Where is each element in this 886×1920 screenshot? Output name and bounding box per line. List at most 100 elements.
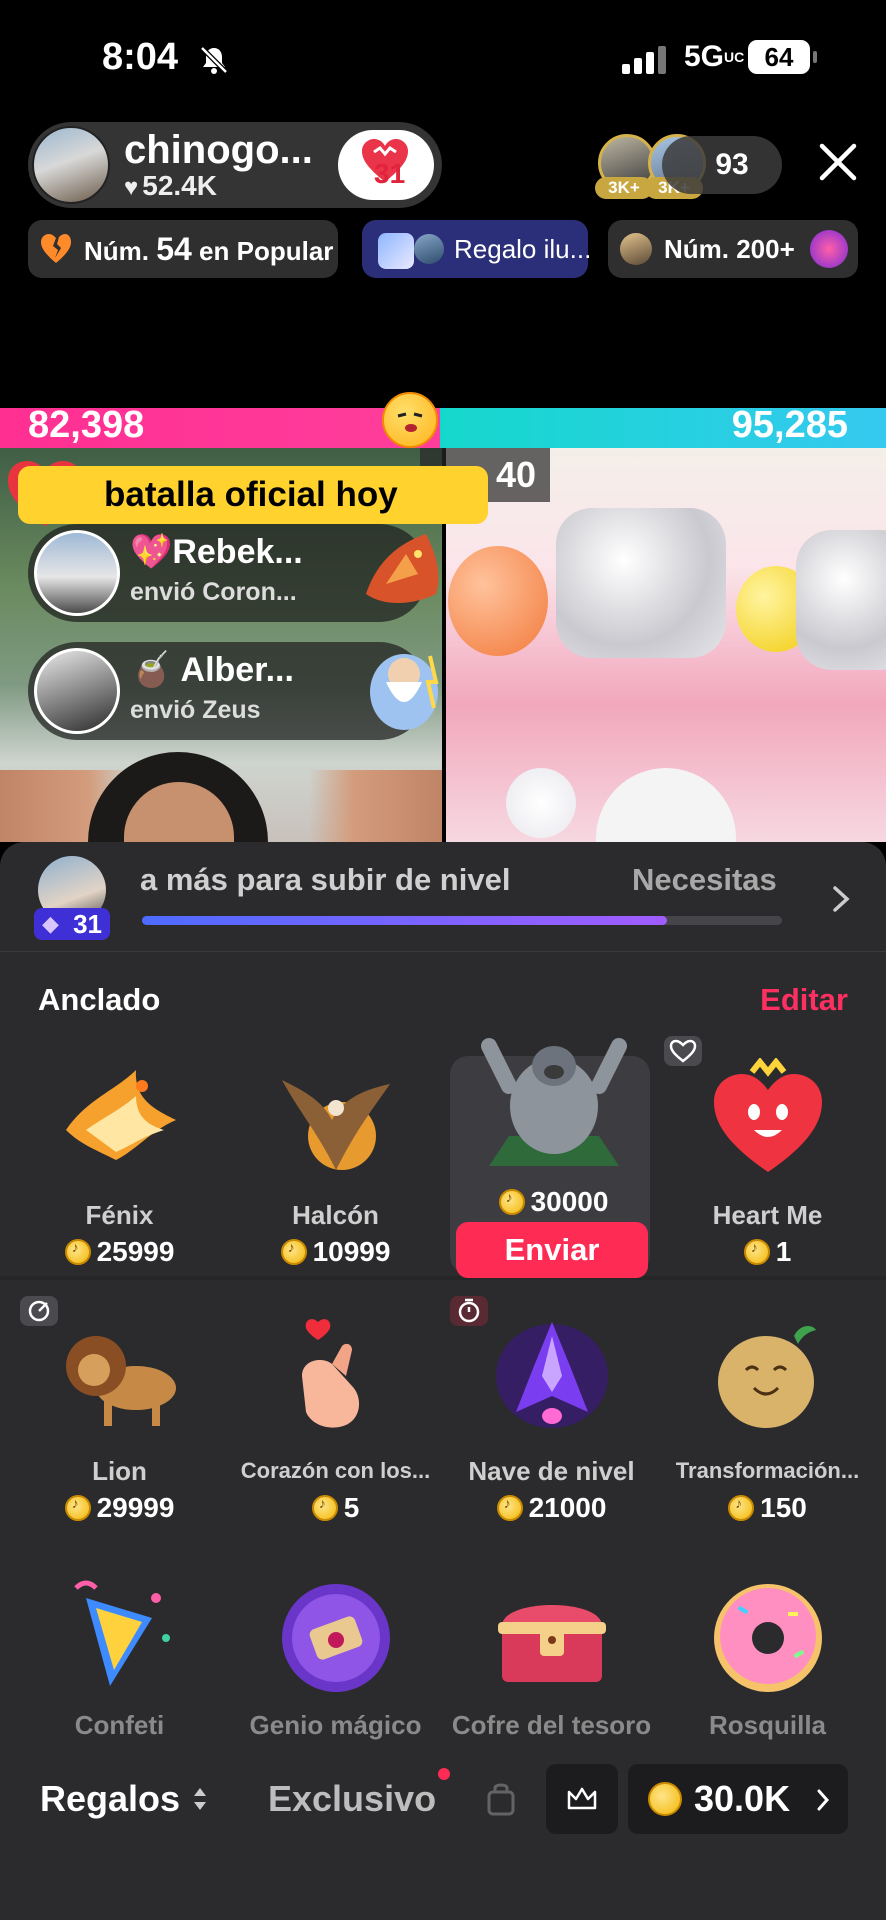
gift-description: envió Coron... xyxy=(130,578,297,606)
gift-price: 10999 xyxy=(228,1236,443,1268)
coin-icon xyxy=(311,1495,338,1521)
gift-icon xyxy=(378,233,414,269)
status-bar: 8:04 5GUC 64 xyxy=(0,0,886,120)
balloon xyxy=(796,530,886,670)
falcon-icon xyxy=(281,1080,390,1170)
user-avatar xyxy=(414,234,444,264)
host-avatar[interactable] xyxy=(32,126,110,204)
gift-name: Nave de nivel xyxy=(468,1456,635,1486)
gift-name: Lion xyxy=(92,1456,147,1486)
lion-icon xyxy=(65,1336,176,1426)
gift-item-magic-genie[interactable]: Genio mágico xyxy=(228,1570,443,1740)
bell-off-icon xyxy=(200,46,228,74)
gift-item-halcon[interactable]: Halcón 10999 xyxy=(228,1050,443,1272)
gift-item-lion[interactable]: Lion 29999 xyxy=(12,1296,227,1528)
coin-icon xyxy=(64,1495,91,1521)
magic-orb-icon xyxy=(281,1584,390,1692)
heart-me-icon xyxy=(713,1058,822,1172)
gift-name: Confeti xyxy=(74,1710,165,1740)
send-button[interactable]: Enviar xyxy=(456,1222,648,1278)
coin-icon xyxy=(280,1239,307,1265)
coin-icon xyxy=(743,1239,770,1265)
balloon xyxy=(448,546,548,656)
boost-badge-icon xyxy=(20,1296,58,1326)
battle-score-left: 82,398 xyxy=(28,404,145,446)
crown-icon xyxy=(567,1787,597,1810)
broken-heart-icon xyxy=(41,234,71,263)
coin-balance-button[interactable]: 30.0K xyxy=(628,1764,848,1834)
sender-avatar xyxy=(34,530,120,616)
sender-name: 💖Rebek... xyxy=(130,533,303,571)
sort-icon[interactable] xyxy=(192,1784,208,1814)
heart-icon: ♥ xyxy=(124,174,139,201)
level-progress-text: a más para subir de nivel xyxy=(140,862,511,897)
gift-item-level-ship[interactable]: Nave de nivel 21000 xyxy=(444,1296,659,1528)
treasure-chest-icon xyxy=(497,1605,606,1682)
gift-item-transformation[interactable]: Transformación... 150 xyxy=(660,1296,875,1528)
network-label: 5GUC xyxy=(684,40,745,73)
gift-item-finger-heart[interactable]: Corazón con los... 5 xyxy=(228,1296,443,1528)
tab-gifts[interactable]: Regalos xyxy=(40,1778,180,1820)
gift-name: Rosquilla xyxy=(708,1710,826,1740)
fan-club-button[interactable]: 31 xyxy=(338,130,434,200)
rank-200-chip[interactable]: Núm. 200+ xyxy=(608,220,858,278)
gift-price: 1 xyxy=(660,1236,875,1268)
bag-icon[interactable] xyxy=(486,1782,516,1816)
video-feed-right[interactable] xyxy=(446,448,886,858)
coin-icon xyxy=(648,1782,682,1816)
badge-icon xyxy=(810,230,848,268)
gift-price: 5 xyxy=(228,1492,443,1524)
balloon xyxy=(556,508,726,658)
spaceship-icon xyxy=(495,1322,608,1428)
fan-level: 31 xyxy=(374,158,406,189)
gift-notification: 💖Rebek... envió Coron... xyxy=(28,524,439,622)
gift-item-treasure-chest[interactable]: Cofre del tesoro xyxy=(444,1570,659,1740)
crown-button[interactable] xyxy=(546,1764,618,1834)
gift-item-fenix[interactable]: Fénix 25999 xyxy=(12,1050,227,1272)
party-popper-icon xyxy=(73,1580,170,1686)
gift-price: 25999 xyxy=(12,1236,227,1268)
sender-avatar xyxy=(34,648,120,734)
host-profile[interactable]: chinogo... ♥ 52.4K 31 xyxy=(28,122,442,208)
tab-exclusive[interactable]: Exclusivo xyxy=(268,1778,436,1820)
gift-name: Transformación... xyxy=(675,1458,860,1483)
viewer-count[interactable]: 93 xyxy=(662,136,782,194)
balloon xyxy=(506,768,576,838)
edit-button[interactable]: Editar xyxy=(760,982,848,1018)
user-level-badge: 31 xyxy=(34,908,110,940)
coin-balance: 30.0K xyxy=(694,1778,791,1819)
level-progress-fill xyxy=(142,916,667,925)
illusion-gift-label: Regalo ilu... xyxy=(454,234,592,264)
heart-sparkle-icon: 💖 xyxy=(130,533,173,571)
gift-item-donut[interactable]: Rosquilla xyxy=(660,1570,875,1740)
ranking-suffix: en Popular xyxy=(191,236,334,266)
gift-name: Cofre del tesoro xyxy=(451,1710,652,1740)
ranking-number: 54 xyxy=(156,231,192,267)
gift-name: Halcón xyxy=(292,1200,379,1230)
ranking-prefix: Núm. xyxy=(84,236,157,266)
chevron-right-icon xyxy=(817,1789,830,1811)
chevron-right-icon[interactable] xyxy=(830,884,852,914)
battery-indicator: 64 xyxy=(748,40,817,74)
level-progress-text-2: Necesitas xyxy=(632,862,777,897)
host-likes: ♥ 52.4K xyxy=(124,170,217,201)
illusion-gift-chip[interactable]: Regalo ilu... xyxy=(362,220,592,278)
dragon-gift-icon xyxy=(366,534,439,604)
gift-item-heart-me[interactable]: Heart Me 1 xyxy=(660,1036,875,1272)
gift-price: 30000 xyxy=(446,1186,661,1218)
level-progress-bar xyxy=(142,916,782,925)
level-progress-row[interactable]: 31 a más para subir de nivel Necesitas xyxy=(0,842,886,952)
gift-name: Fénix xyxy=(85,1200,154,1230)
coin-icon xyxy=(496,1495,523,1521)
user-avatar xyxy=(620,233,652,265)
close-icon[interactable] xyxy=(816,140,860,184)
phoenix-icon xyxy=(65,1070,176,1160)
sender-name: 🧉 Alber... xyxy=(130,651,294,689)
gift-notification: 🧉 Alber... envió Zeus xyxy=(28,642,439,740)
gorilla-icon xyxy=(480,1038,627,1166)
battle-banner[interactable]: batalla oficial hoy xyxy=(18,466,488,524)
ranking-chip[interactable]: Núm. 54 en Popular xyxy=(28,220,338,278)
gift-name: Heart Me xyxy=(712,1200,823,1230)
gift-item-confetti[interactable]: Confeti xyxy=(12,1570,227,1740)
donut-icon xyxy=(713,1584,822,1692)
